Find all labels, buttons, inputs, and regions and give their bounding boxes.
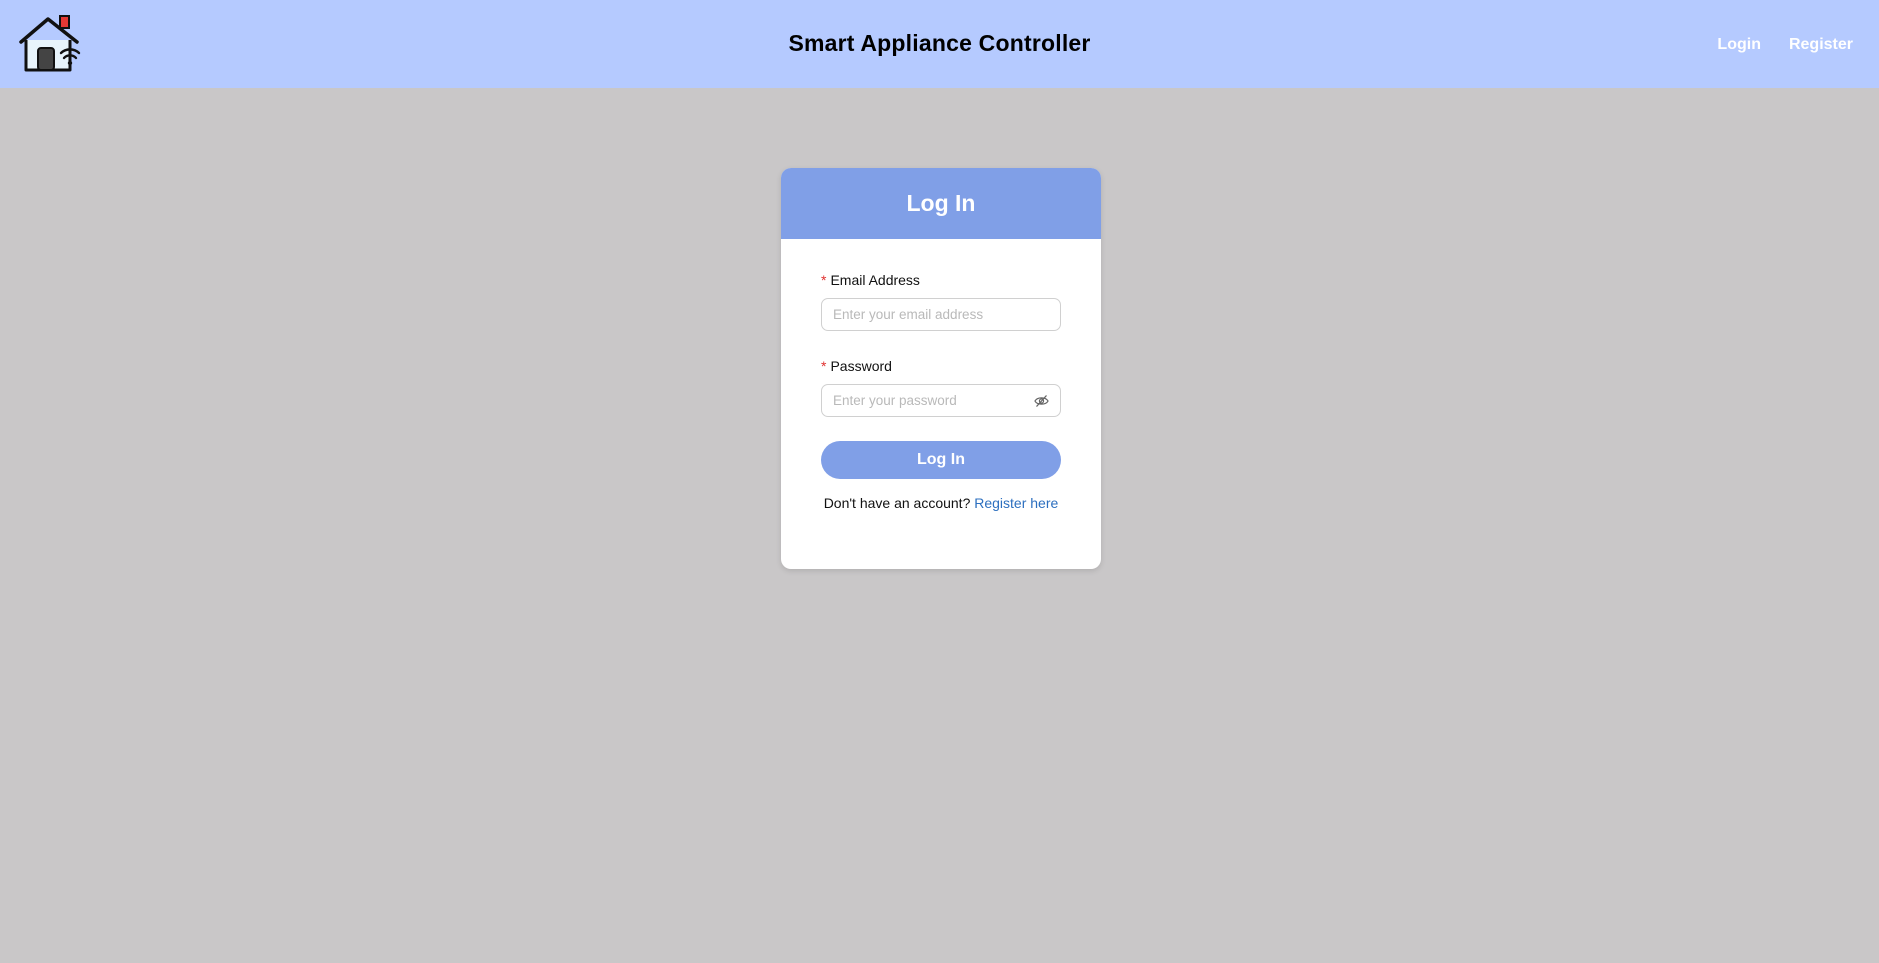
login-card: Log In *Email Address *Password Log In D…	[781, 168, 1101, 569]
email-input[interactable]	[822, 299, 1060, 330]
register-prompt-line: Don't have an account? Register here	[781, 495, 1101, 511]
top-navbar: Smart Appliance Controller Login Registe…	[0, 0, 1879, 88]
nav-links: Login Register	[1717, 36, 1853, 54]
email-label: * Email Address	[821, 272, 920, 288]
login-submit-button[interactable]: Log In	[821, 441, 1061, 479]
login-card-title: Log In	[781, 168, 1101, 239]
password-label: * Password	[821, 358, 892, 374]
nav-register-link[interactable]: Register	[1789, 36, 1853, 54]
required-mark: *	[821, 358, 827, 374]
required-mark: *	[821, 272, 827, 288]
nav-login-link[interactable]: Login	[1717, 36, 1761, 54]
password-input[interactable]	[822, 385, 1060, 416]
eye-slash-icon[interactable]	[1034, 394, 1049, 408]
register-here-link[interactable]: Register here	[974, 495, 1058, 511]
password-field-wrapper	[821, 384, 1061, 417]
app-title: Smart Appliance Controller	[788, 30, 1091, 56]
password-label-text: Password	[830, 358, 892, 374]
email-field-wrapper	[821, 298, 1061, 331]
register-prompt-text: Don't have an account?	[823, 495, 971, 511]
email-label-text: Email Address	[830, 272, 920, 288]
